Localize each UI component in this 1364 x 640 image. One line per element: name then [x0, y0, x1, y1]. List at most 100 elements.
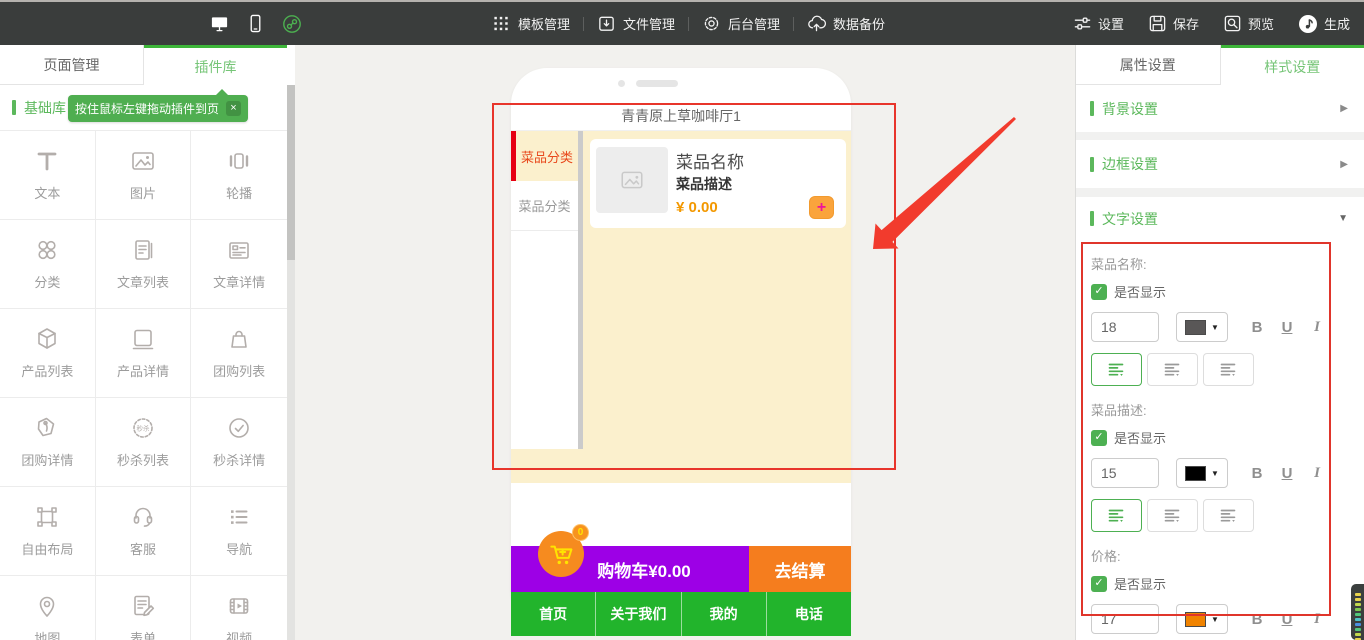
section-label: 边框设置 — [1102, 154, 1158, 174]
nav-item-首页[interactable]: 首页 — [511, 592, 596, 636]
plugin-item-groupbuy-detail[interactable]: 团购详情 — [0, 398, 96, 487]
dish-desc-align-right-button[interactable] — [1203, 499, 1254, 532]
left-panel-scrollbar-thumb[interactable] — [287, 85, 295, 260]
category-item-active[interactable]: 菜品分类 — [511, 131, 578, 181]
dish-name-align-right-button[interactable] — [1203, 353, 1254, 386]
price-i-button[interactable]: I — [1302, 611, 1332, 628]
mobile-icon[interactable] — [246, 14, 265, 33]
price-b-button[interactable]: B — [1242, 611, 1272, 628]
menu-label: 数据备份 — [833, 14, 885, 33]
dish-name-font-size-input[interactable] — [1091, 312, 1159, 342]
plugin-item-article-list[interactable]: 文章列表 — [96, 220, 192, 309]
align-left-icon — [1108, 509, 1125, 523]
add-dish-button[interactable]: + — [809, 196, 834, 219]
section-background-settings[interactable]: 背景设置 ▶ — [1076, 85, 1364, 132]
top-toolbar: 模板管理 文件管理 后台管理 数据备份 设置 保存 预览 生成 — [0, 0, 1364, 45]
save-button[interactable]: 保存 — [1148, 14, 1199, 33]
plugin-item-category[interactable]: 分类 — [0, 220, 96, 309]
toolbar-separator — [793, 17, 794, 31]
nav-item-我的[interactable]: 我的 — [682, 592, 767, 636]
price-show-checkbox[interactable]: ✓ — [1091, 576, 1107, 592]
plugin-item-seckill-list[interactable]: 秒杀秒杀列表 — [96, 398, 192, 487]
dish-name-i-button[interactable]: I — [1302, 319, 1332, 336]
tab-attribute-settings[interactable]: 属性设置 — [1076, 45, 1221, 85]
tab-style-settings[interactable]: 样式设置 — [1221, 45, 1364, 85]
dish-desc-align-center-button[interactable] — [1147, 499, 1198, 532]
tooltip-caret — [216, 89, 228, 95]
price-color-dropdown[interactable]: ▼ — [1176, 604, 1228, 634]
chevron-down-icon: ▼ — [1211, 323, 1219, 332]
show-label: 是否显示 — [1114, 282, 1166, 301]
category-item[interactable]: 菜品分类 — [511, 181, 578, 231]
plugin-item-text[interactable]: 文本 — [0, 131, 96, 220]
dish-name-u-button[interactable]: U — [1272, 319, 1302, 336]
plugin-item-product-detail[interactable]: 产品详情 — [96, 309, 192, 398]
file-icon — [597, 14, 616, 33]
chevron-down-icon[interactable]: ▼ — [1338, 213, 1348, 224]
menu-backend-manage[interactable]: 后台管理 — [702, 14, 780, 33]
dish-desc-align-row — [1091, 499, 1364, 532]
price-u-button[interactable]: U — [1272, 611, 1302, 628]
category-icon — [32, 235, 62, 265]
dish-desc-u-button[interactable]: U — [1272, 465, 1302, 482]
plugin-item-navigation[interactable]: 导航 — [191, 487, 287, 576]
tab-plugin-library[interactable]: 插件库 — [144, 45, 287, 85]
menu-data-backup[interactable]: 数据备份 — [807, 14, 885, 33]
section-text-settings[interactable]: 文字设置 ▼ — [1076, 197, 1364, 240]
plugin-item-video[interactable]: 视频 — [191, 576, 287, 640]
dish-name-align-center-button[interactable] — [1147, 353, 1198, 386]
chevron-right-icon[interactable]: ▶ — [1340, 159, 1348, 170]
plugin-item-product-list[interactable]: 产品列表 — [0, 309, 96, 398]
plugin-label: 视频 — [226, 628, 252, 640]
plugin-item-form[interactable]: 表单 — [96, 576, 192, 640]
chevron-right-icon[interactable]: ▶ — [1340, 103, 1348, 114]
free-layout-icon — [32, 502, 62, 532]
dish-desc-show-checkbox[interactable]: ✓ — [1091, 430, 1107, 446]
plugin-item-image[interactable]: 图片 — [96, 131, 192, 220]
text-settings-content: 菜品名称:✓是否显示▼BUI菜品描述:✓是否显示▼BUI价格:✓是否显示▼BUI — [1076, 240, 1364, 640]
link-icon[interactable] — [282, 14, 302, 34]
video-icon — [224, 591, 254, 621]
nav-item-关于我们[interactable]: 关于我们 — [596, 592, 681, 636]
menu-template-manage[interactable]: 模板管理 — [492, 14, 570, 33]
price-font-size-input[interactable] — [1091, 604, 1159, 634]
dish-desc-align-left-button[interactable] — [1091, 499, 1142, 532]
dish-name-b-button[interactable]: B — [1242, 319, 1272, 336]
drag-hint-tooltip: 按住鼠标左键拖动插件到页 × — [68, 95, 248, 122]
plugin-item-seckill-detail[interactable]: 秒杀详情 — [191, 398, 287, 487]
desktop-icon[interactable] — [210, 14, 229, 33]
tab-page-manage[interactable]: 页面管理 — [0, 45, 144, 85]
nav-item-电话[interactable]: 电话 — [767, 592, 851, 636]
mini-dash — [1355, 633, 1361, 636]
dish-desc-color-dropdown[interactable]: ▼ — [1176, 458, 1228, 488]
action-label: 预览 — [1248, 14, 1274, 33]
dish-card[interactable]: 菜品名称 菜品描述 ¥ 0.00 + — [590, 139, 846, 228]
generate-button[interactable]: 生成 — [1298, 14, 1350, 34]
mini-dash — [1355, 628, 1361, 631]
dish-desc-b-button[interactable]: B — [1242, 465, 1272, 482]
dish-name-align-left-button[interactable] — [1091, 353, 1142, 386]
dish-desc-group-label: 菜品描述: — [1091, 400, 1364, 419]
price-controls: ▼ BUI — [1091, 604, 1364, 634]
checkout-button[interactable]: 去结算 — [749, 546, 851, 592]
plugin-label: 轮播 — [226, 183, 252, 202]
plugin-item-customer-service[interactable]: 客服 — [96, 487, 192, 576]
site-title: 青青原上草咖啡厅1 — [511, 103, 851, 131]
preview-button[interactable]: 预览 — [1223, 14, 1274, 33]
plugin-item-groupbuy-list[interactable]: 团购列表 — [191, 309, 287, 398]
plugin-item-article-detail[interactable]: 文章详情 — [191, 220, 287, 309]
dish-desc-font-size-input[interactable] — [1091, 458, 1159, 488]
dish-name-show-checkbox[interactable]: ✓ — [1091, 284, 1107, 300]
category-scrollbar[interactable] — [578, 131, 583, 449]
menu-file-manage[interactable]: 文件管理 — [597, 14, 675, 33]
plugin-item-free-layout[interactable]: 自由布局 — [0, 487, 96, 576]
mini-scrollbar-widget[interactable] — [1351, 584, 1364, 640]
settings-button[interactable]: 设置 — [1073, 14, 1124, 33]
plugin-item-map[interactable]: 地图 — [0, 576, 96, 640]
dish-name-color-dropdown[interactable]: ▼ — [1176, 312, 1228, 342]
section-border-settings[interactable]: 边框设置 ▶ — [1076, 140, 1364, 188]
dish-desc-i-button[interactable]: I — [1302, 465, 1332, 482]
dish-name: 菜品名称 — [676, 148, 744, 173]
plugin-item-carousel[interactable]: 轮播 — [191, 131, 287, 220]
tooltip-close-button[interactable]: × — [226, 101, 241, 116]
